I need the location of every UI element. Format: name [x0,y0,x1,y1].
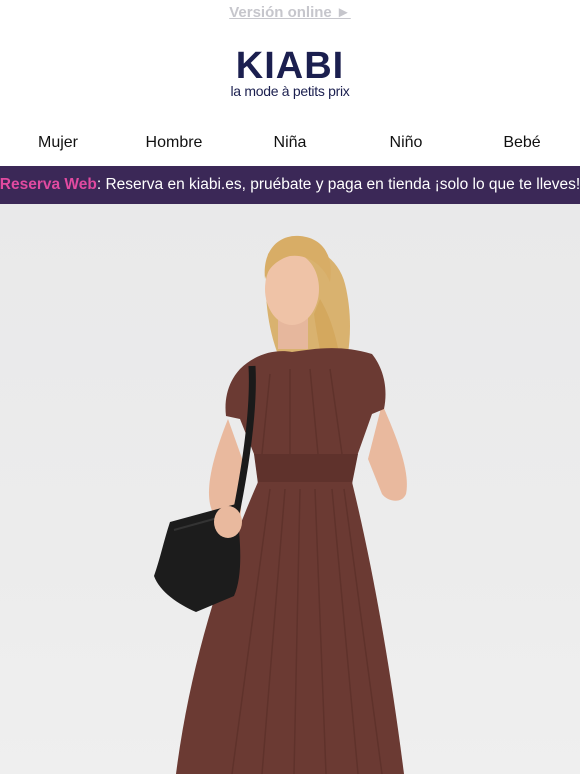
nav-item-nino[interactable]: Niño [348,134,464,152]
logo-wordmark: KIABI [235,45,345,87]
nav-item-bebe[interactable]: Bebé [464,134,580,152]
banner-highlight: Reserva Web [0,176,97,193]
nav-item-mujer[interactable]: Mujer [0,134,116,152]
online-version-bar: Versión online ► [0,0,580,26]
reserva-web-banner[interactable]: Reserva Web: Reserva en kiabi.es, pruéba… [0,166,580,204]
nav-item-nina[interactable]: Niña [232,134,348,152]
online-version-link[interactable]: Versión online ► [229,4,351,21]
banner-text: : Reserva en kiabi.es, pruébate y paga e… [96,176,580,193]
hero-model-illustration [154,235,407,774]
logo-tagline: la mode à petits prix [230,83,350,99]
kiabi-logo[interactable]: KIABI la mode à petits prix [0,26,580,120]
nav-item-hombre[interactable]: Hombre [116,134,232,152]
hero-image[interactable] [0,204,580,774]
main-nav: Mujer Hombre Niña Niño Bebé [0,120,580,166]
